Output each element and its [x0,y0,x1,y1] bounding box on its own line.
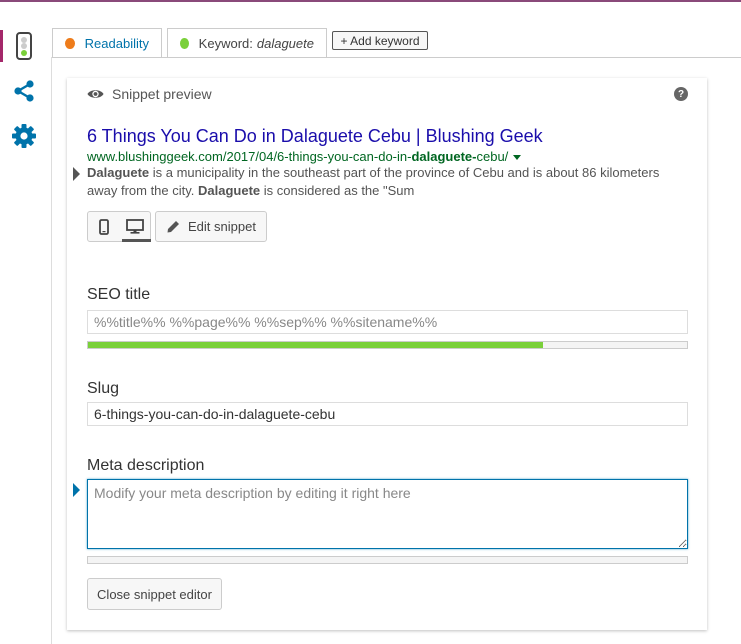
seo-title-input[interactable] [87,310,688,334]
edit-snippet-button[interactable]: Edit snippet [155,211,267,242]
tab-readability[interactable]: Readability [52,28,162,58]
tab-keyword[interactable]: Keyword: dalaguete [167,28,327,58]
meta-pointer-icon [73,483,80,497]
snippet-preview-heading-text: Snippet preview [112,86,212,102]
top-accent-border [0,0,741,2]
snippet-preview-heading: Snippet preview [87,86,212,102]
description-pointer-icon [73,167,80,181]
url-caret-icon [513,155,522,161]
tabs-baseline [52,57,741,58]
meta-description-length-bar [87,556,688,564]
preview-mode-toggle [87,211,151,242]
mobile-preview-button[interactable] [88,212,119,241]
slug-label: Slug [87,380,120,397]
keyword-status-dot [180,38,189,49]
eye-icon [87,90,104,98]
url-suffix: cebu/ [476,149,509,164]
tab-readability-label: Readability [84,36,149,51]
desc-keyword-1: Dalaguete [87,165,150,180]
desc-keyword-2: Dalaguete [198,183,261,198]
desktop-icon [125,219,144,234]
meta-description-label: Meta description [87,457,205,474]
seo-title-length-bar [87,341,688,349]
advanced-settings-tab[interactable] [0,118,48,154]
url-prefix: www.blushinggeek.com/2017/04/6-things-yo… [87,149,412,164]
meta-description-input[interactable] [87,479,688,549]
pencil-icon [167,220,179,232]
add-keyword-button[interactable]: + Add keyword [332,31,428,50]
snippet-description-preview[interactable]: Dalaguete is a municipality in the south… [87,164,677,200]
snippet-url-preview[interactable]: www.blushinggeek.com/2017/04/6-things-yo… [87,149,522,164]
social-tab[interactable] [0,73,48,109]
gear-icon [12,124,36,148]
close-snippet-editor-button[interactable]: Close snippet editor [87,578,222,610]
share-icon [14,80,34,102]
content-analysis-tab[interactable] [0,28,48,64]
desc-text-2: is considered as the "Sum [260,183,415,198]
desktop-preview-button[interactable] [119,212,151,242]
help-icon[interactable]: ? [674,87,688,101]
traffic-light-icon [16,32,32,60]
seo-title-label: SEO title [87,286,151,303]
edit-snippet-label: Edit snippet [188,219,256,234]
slug-input[interactable] [87,402,688,426]
tab-keyword-label: Keyword: [198,36,253,51]
readability-status-dot [65,38,75,49]
url-keyword: dalaguete- [411,149,477,164]
content-left-border [51,57,52,644]
tab-keyword-value: dalaguete [256,36,314,51]
seo-title-length-fill [88,342,544,348]
mobile-icon [98,218,109,235]
snippet-title-preview[interactable]: 6 Things You Can Do in Dalaguete Cebu | … [87,126,543,147]
